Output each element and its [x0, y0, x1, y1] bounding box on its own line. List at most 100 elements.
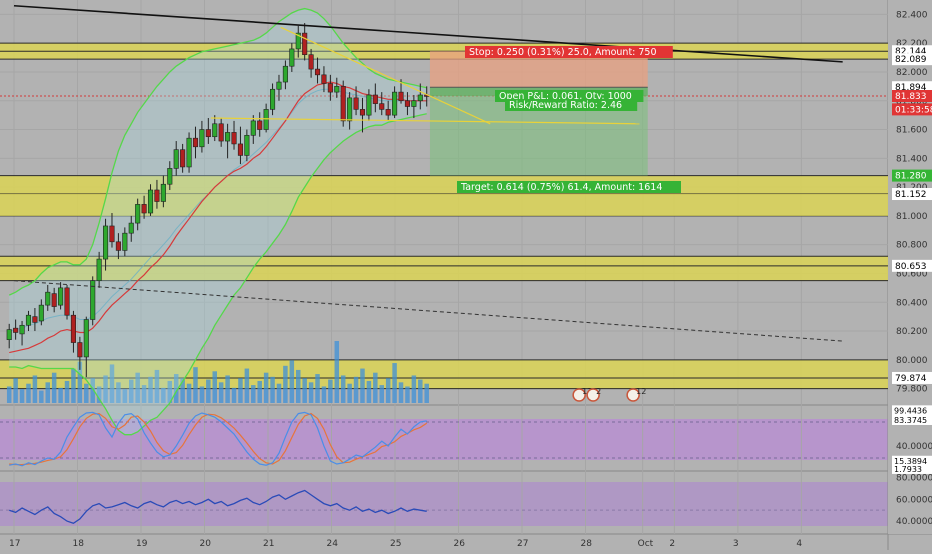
candle-body [302, 32, 308, 55]
volume-bar [6, 386, 12, 403]
candle-body [135, 204, 141, 224]
candle-body [58, 287, 64, 306]
volume-bar [231, 387, 237, 403]
target-label-text: Target: 0.614 (0.75%) 61.4, Amount: 1614 [460, 182, 662, 193]
candlestick [186, 132, 192, 173]
candle-body [237, 143, 243, 156]
price-tick-label: 81.600 [896, 126, 928, 136]
price-tick-label: 82.000 [896, 68, 928, 78]
candle-body [83, 319, 89, 358]
candle-body [340, 86, 346, 122]
candle-body [70, 314, 76, 343]
volume-bar [328, 379, 333, 403]
candle-body [115, 241, 121, 251]
candle-body [45, 291, 51, 306]
candle-body [308, 54, 314, 70]
volume-bar [39, 390, 44, 403]
candle-body [257, 120, 263, 130]
candle-body [250, 120, 256, 136]
time-tick-label: 20 [200, 539, 212, 549]
volume-bar [289, 360, 295, 403]
volume-bar [411, 375, 417, 403]
stoch-tick-label: 40.0000 [896, 442, 932, 452]
volume-bar [225, 375, 230, 403]
candle-body [167, 168, 173, 185]
candle-body [270, 88, 276, 110]
candle-body [192, 137, 199, 148]
volume-bar [334, 341, 340, 403]
candle-body [276, 81, 282, 90]
event-label: 2 [596, 387, 601, 396]
rsi-tick-label: 80.0000 [896, 473, 932, 483]
volume-bar [19, 389, 25, 403]
volume-bar [45, 382, 50, 403]
volume-bar [199, 386, 205, 403]
volume-bar [392, 363, 397, 403]
time-tick-label: 26 [454, 539, 466, 549]
candle-body [347, 97, 353, 122]
candle-body [392, 91, 398, 116]
chart-canvas[interactable]: 123212 82.40082.20082.00081.80081.60081.… [0, 0, 932, 550]
candle-body [366, 94, 372, 116]
candle-body [64, 287, 70, 316]
candle-body [225, 132, 231, 142]
volume-bar [84, 383, 89, 403]
rsi-tick-label: 40.0000 [896, 517, 932, 527]
price-tick-label: 80.400 [896, 298, 928, 308]
stoch-badge-label: 83.3745 [894, 416, 927, 425]
risk-reward-label-text: Risk/Reward Ratio: 2.46 [509, 100, 622, 111]
candle-body [385, 109, 391, 116]
volume-bar [64, 380, 70, 403]
volume-bar [71, 368, 76, 403]
candle-body [404, 100, 410, 107]
time-tick-label: Oct [638, 539, 654, 549]
candle-body [103, 225, 109, 260]
price-badge-label: 01:33:58 [895, 105, 932, 115]
candle-body [51, 293, 57, 307]
volume-bar [186, 383, 192, 403]
time-tick-label: 19 [136, 539, 148, 549]
price-tick-label: 79.800 [896, 385, 928, 395]
price-tick-label: 80.000 [896, 356, 928, 366]
candle-body [199, 129, 205, 148]
candle-body [180, 149, 186, 168]
volume-bar [263, 372, 269, 403]
time-tick-label: 21 [263, 539, 274, 549]
candle-body [334, 86, 340, 93]
candle-body [417, 94, 423, 102]
candle-body [154, 189, 160, 202]
candle-body [289, 48, 295, 67]
volume-bar [308, 382, 314, 403]
candle-body [359, 109, 366, 116]
trading-chart[interactable]: 123212 82.40082.20082.00081.80081.60081.… [0, 0, 932, 550]
candle-body [147, 189, 154, 214]
candle-body [160, 183, 166, 202]
price-badge-label: 82.089 [895, 55, 927, 65]
candle-body [327, 83, 333, 93]
candlestick [64, 284, 70, 320]
candlestick [90, 276, 96, 326]
time-tick-label: 27 [517, 539, 528, 549]
candle-body [205, 129, 211, 138]
time-tick-label: 24 [327, 539, 339, 549]
candle-body [321, 74, 327, 84]
volume-bar [276, 383, 282, 403]
price-scale: 82.40082.20082.00081.80081.60081.40081.2… [888, 0, 932, 534]
time-tick-label: 25 [390, 539, 401, 549]
volume-bar [32, 375, 38, 403]
volume-bar [302, 378, 307, 403]
stop-label-text: Stop: 0.250 (0.31%) 25.0, Amount: 750 [469, 47, 657, 58]
volume-bar [424, 383, 429, 403]
price-tick-label: 80.800 [896, 241, 928, 251]
time-tick-label: 4 [796, 539, 802, 549]
candle-body [186, 137, 192, 168]
event-label: 12 [636, 387, 646, 396]
volume-bar [283, 365, 288, 403]
candle-body [122, 232, 128, 251]
candle-body [353, 97, 359, 110]
candle-body [244, 134, 250, 156]
candle-body [19, 324, 25, 335]
volume-bar [405, 386, 410, 403]
rsi-tick-label: 60.0000 [896, 495, 932, 505]
volume-bar [13, 378, 18, 403]
